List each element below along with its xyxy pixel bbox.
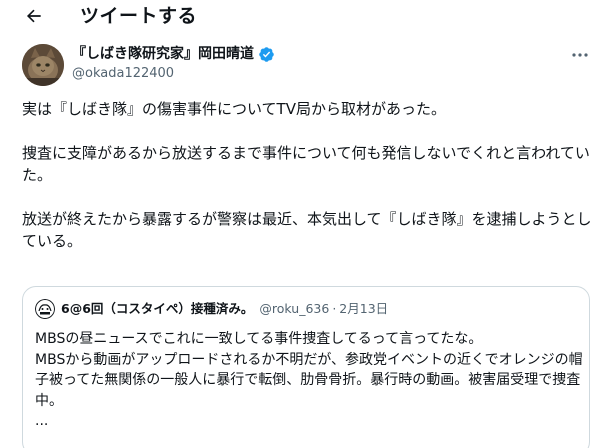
quoted-tweet-text: MBSの昼ニュースでこれに一致してる事件捜査してるって言ってたな。 MBSから動… [35,329,583,432]
quoted-tweet-card[interactable]: 6@6回（コスタイペ）接種済み。 @roku_636 · 2月13日 MBSの昼… [22,286,590,448]
author-name[interactable]: 『しばき隊研究家』岡田晴道 [72,44,275,64]
author-name-text: 『しばき隊研究家』岡田晴道 [72,46,254,62]
verified-badge-icon [259,46,274,62]
page-title: ツイートする [80,5,198,27]
quoted-line: MBSの昼ニュースでこれに一致してる事件捜査してるって言ってたな。 [35,331,483,347]
more-dots-icon [572,53,588,57]
quoted-author-name: 6@6回（コスタイペ）接種済み。 [61,301,254,316]
quoted-line: ... [35,413,49,429]
quoted-tweet-header: 6@6回（コスタイペ）接種済み。 @roku_636 · 2月13日 [35,299,388,319]
tweet-paragraph: 放送が終えたから暴露するが警察は最近、本気出して『しばき隊』を逮捕しようとしてい… [22,210,592,250]
page-header: ツイートする [0,0,615,34]
author-avatar[interactable] [22,44,64,86]
tweet-page: ツイートする 『しばき隊研究家』岡田晴道 @okada122400 実は『しばき… [0,0,615,448]
tweet-text: 実は『しばき隊』の傷害事件についてTV局から取材があった。 捜査に支障があるから… [22,98,602,252]
back-button[interactable] [20,2,48,30]
quoted-separator: · [332,301,337,316]
quoted-author-handle: @roku_636 [259,301,330,316]
tweet-paragraph: 実は『しばき隊』の傷害事件についてTV局から取材があった。 [22,100,446,118]
quoted-date: 2月13日 [339,301,389,316]
more-options-button[interactable] [567,46,593,64]
arrow-left-icon [26,9,41,23]
quoted-author-avatar [35,299,55,319]
tweet-paragraph: 捜査に支障があるから放送するまで事件について何も発信しないでくれと言われていた。 [22,144,590,184]
author-handle[interactable]: @okada122400 [72,65,174,83]
quoted-line: MBSから動画がアップロードされるか不明だが、参政党イベントの近くでオレンジの帽… [35,351,583,409]
